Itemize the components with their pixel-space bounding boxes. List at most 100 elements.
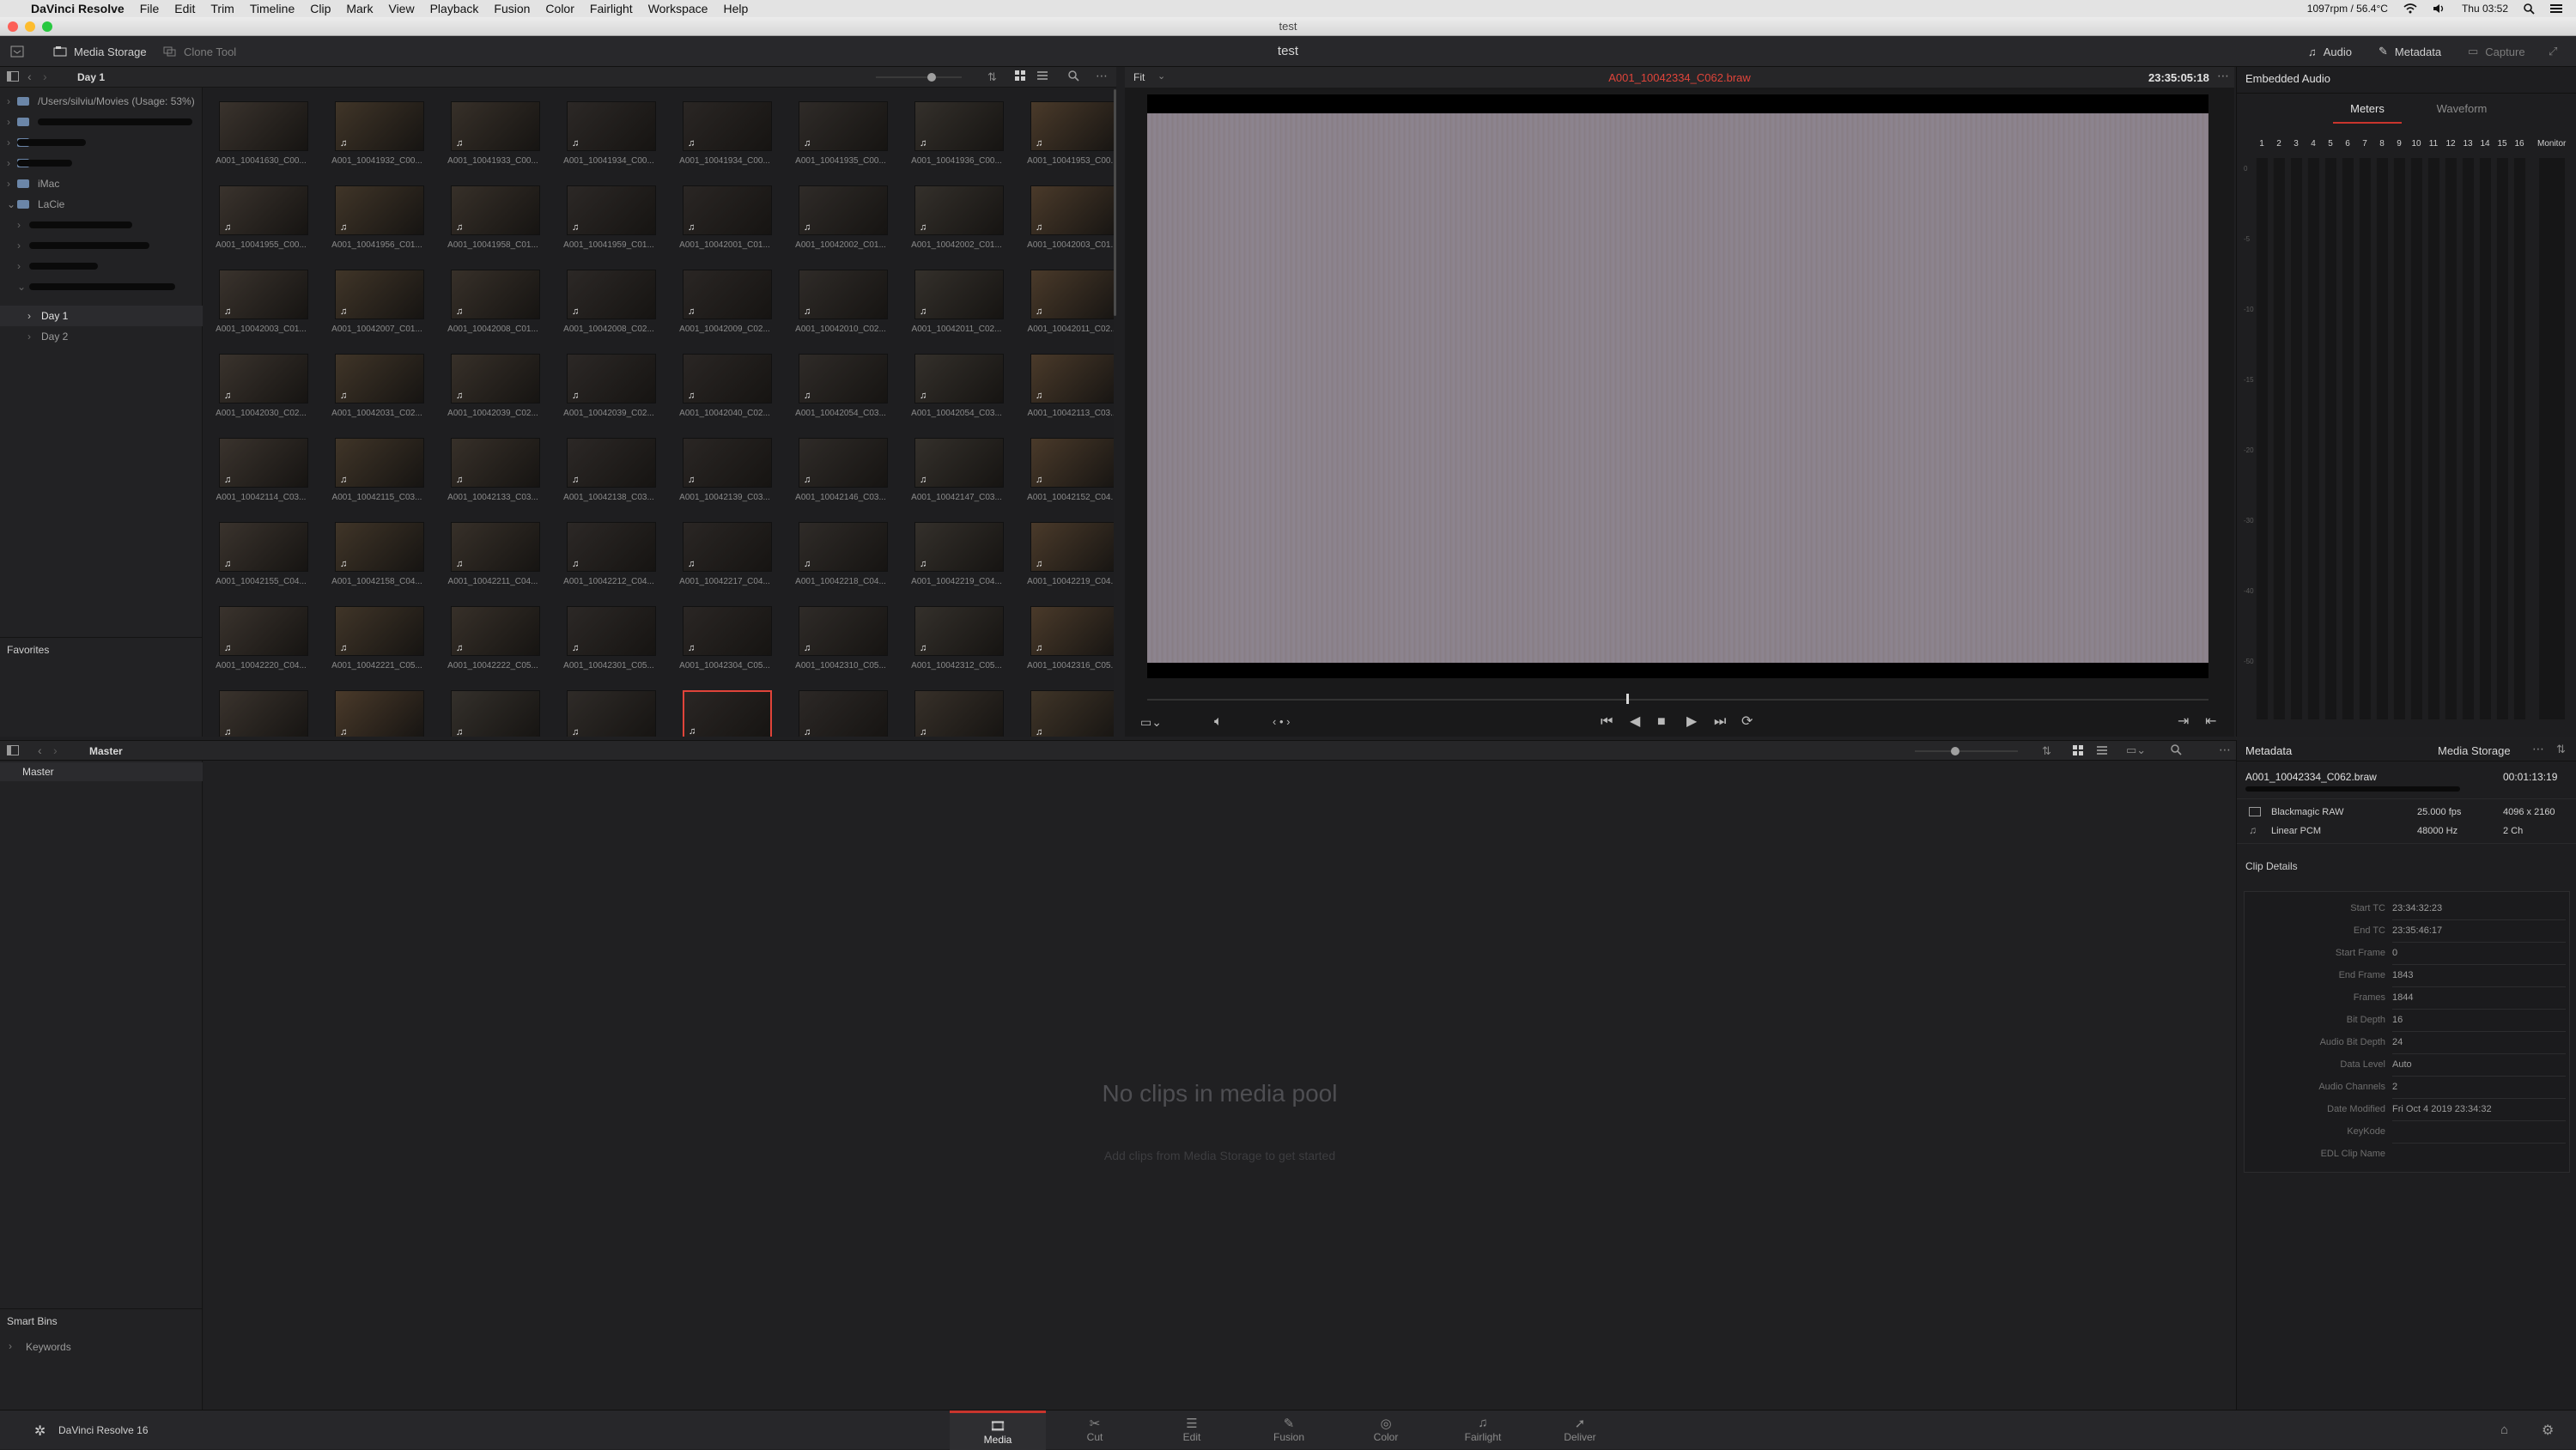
page-tab-fusion[interactable]: ✎ Fusion — [1241, 1411, 1337, 1450]
clip-thumbnail[interactable]: ♫ A001_10042222_C05... — [446, 599, 540, 682]
play-icon[interactable]: ▶︎ — [1686, 710, 1697, 734]
tree-item-day-1[interactable]: › Day 1 — [0, 306, 203, 326]
tree-item-redacted-3[interactable]: › — [0, 153, 203, 173]
clip-thumbnail[interactable]: ♫ A001_10042003_C01... — [214, 263, 308, 345]
mark-out-icon[interactable]: ⇤ — [2205, 710, 2216, 734]
menu-trim[interactable]: Trim — [210, 2, 234, 15]
chevron-right-icon[interactable]: › — [7, 153, 10, 173]
menu-fairlight[interactable]: Fairlight — [590, 2, 633, 15]
clip-thumbnail[interactable]: ♫ A001_10042304_C05... — [677, 599, 772, 682]
clip-thumbnail[interactable]: ♫ A001_10042219_C04... — [909, 515, 1004, 598]
clip-thumbnail[interactable]: ♫ A001_10041958_C01... — [446, 179, 540, 261]
clip-thumbnail[interactable]: ♫ A001_10042155_C04... — [214, 515, 308, 598]
stop-icon[interactable]: ■ — [1657, 710, 1666, 734]
clip-thumbnail[interactable]: ♫ A001_10041956_C01... — [330, 179, 424, 261]
chevron-right-icon[interactable]: › — [7, 132, 10, 153]
clip-thumbnail[interactable]: ♫ A001_10042001_C01... — [677, 179, 772, 261]
clip-thumbnail[interactable]: ♫ A001_10042009_C02... — [677, 263, 772, 345]
clip-thumbnail[interactable]: A001_10041630_C00... — [214, 94, 308, 177]
chevron-right-icon[interactable]: › — [27, 326, 31, 347]
thumbnail-size-slider[interactable] — [876, 73, 962, 82]
sidebar-toggle-icon[interactable] — [7, 71, 19, 82]
clip-thumbnail[interactable]: ♫ A001_10041934_C00... — [677, 94, 772, 177]
go-to-end-icon[interactable]: ⏭︎ — [1714, 710, 1726, 734]
speaker-icon[interactable]: 🔈︎ — [1214, 710, 1223, 734]
clip-thumbnail[interactable]: ♫ A001_10042310_C05... — [793, 599, 888, 682]
clip-thumbnail[interactable]: ♫ — [909, 683, 1004, 737]
more-options-icon[interactable]: ⋯ — [2532, 742, 2544, 756]
clip-thumbnail[interactable]: ♫ A001_10042146_C03... — [793, 431, 888, 513]
more-options-icon[interactable]: ⋯ — [1096, 69, 1108, 83]
chevron-right-icon[interactable]: › — [27, 306, 31, 326]
clip-thumbnail[interactable]: ♫ A001_10042139_C03... — [677, 431, 772, 513]
chevron-right-icon[interactable]: › — [7, 91, 10, 112]
page-tab-color[interactable]: ◎ Color — [1338, 1411, 1434, 1450]
media-pool-area[interactable]: No clips in media pool Add clips from Me… — [204, 761, 2236, 1410]
menu-app[interactable]: DaVinci Resolve — [31, 2, 125, 15]
clip-thumbnail[interactable]: ♫ A001_10042113_C03... — [1025, 347, 1114, 429]
viewer-mode-icon[interactable]: ▭⌄ — [1140, 710, 1162, 734]
clip-thumbnail[interactable]: ♫ A001_10041935_C00... — [793, 94, 888, 177]
tree-item-redacted-2[interactable]: › — [0, 132, 203, 153]
clip-detail-value[interactable] — [2392, 1120, 2566, 1121]
clip-thumbnail[interactable]: ♫ A001_10042133_C03... — [446, 431, 540, 513]
back-arrow-icon[interactable]: ‹ — [38, 743, 42, 757]
clip-thumbnail[interactable]: ♫ A001_10042007_C01... — [330, 263, 424, 345]
clip-thumbnail[interactable]: ♫ A001_10042008_C02... — [562, 263, 656, 345]
page-tab-cut[interactable]: ✂︎ Cut — [1047, 1411, 1143, 1450]
more-options-icon[interactable]: ⋯ — [2217, 69, 2229, 83]
slider-handle[interactable] — [1951, 747, 1959, 755]
clip-thumbnail[interactable]: ♫ A001_10042011_C02... — [909, 263, 1004, 345]
menu-playback[interactable]: Playback — [430, 2, 479, 15]
clip-thumbnail[interactable]: ♫ A001_10042211_C04... — [446, 515, 540, 598]
clip-thumbnail[interactable]: ♫ — [214, 683, 308, 737]
slider-handle[interactable] — [927, 73, 936, 82]
clip-detail-value[interactable]: 2 — [2392, 1076, 2566, 1099]
clip-detail-value[interactable]: 24 — [2392, 1031, 2566, 1054]
clip-thumbnail[interactable]: ♫ A001_10042138_C03... — [562, 431, 656, 513]
chevron-right-icon[interactable]: › — [17, 256, 21, 276]
clip-thumbnail[interactable]: ♫ A001_10042008_C01... — [446, 263, 540, 345]
grid-view-icon[interactable] — [2073, 745, 2083, 755]
bin-item-master[interactable]: Master — [0, 762, 203, 781]
search-icon[interactable] — [2171, 744, 2182, 755]
chevron-down-icon[interactable]: ⌄ — [7, 194, 15, 215]
settings-gear-icon[interactable]: ⚙ — [2542, 1422, 2554, 1439]
clip-thumbnail[interactable]: ♫ A001_10042002_C01... — [793, 179, 888, 261]
clip-thumbnail[interactable]: ♫ A001_10042002_C01... — [909, 179, 1004, 261]
notification-center-icon[interactable] — [2550, 3, 2562, 14]
tree-item-redacted-6[interactable]: › — [0, 256, 203, 276]
menu-mark[interactable]: Mark — [346, 2, 373, 15]
panel-toggle-icon[interactable] — [10, 36, 24, 67]
audio-panel-toggle[interactable]: ♫ Audio — [2308, 36, 2352, 67]
list-view-icon[interactable] — [1037, 70, 1048, 81]
menu-clip[interactable]: Clip — [310, 2, 331, 15]
sort-icon[interactable]: ⇅ — [2042, 744, 2051, 758]
search-icon[interactable] — [1068, 70, 1079, 82]
filmstrip-view-icon[interactable]: ▭⌄ — [2126, 743, 2146, 757]
forward-arrow-icon[interactable]: › — [53, 743, 58, 757]
clip-thumbnail[interactable]: ♫ A001_10042217_C04... — [677, 515, 772, 598]
chevron-right-icon[interactable]: › — [7, 112, 10, 132]
playhead[interactable] — [1626, 694, 1629, 704]
clip-thumbnail[interactable]: ♫ A001_10042212_C04... — [562, 515, 656, 598]
clip-detail-value[interactable] — [2392, 1143, 2566, 1144]
wifi-icon[interactable] — [2403, 3, 2417, 14]
reverse-play-icon[interactable]: ◀︎ — [1630, 710, 1640, 734]
tab-waveform[interactable]: Waveform — [2419, 94, 2505, 124]
mark-in-icon[interactable]: ⇥ — [2178, 710, 2189, 734]
clip-thumbnail[interactable]: ♫ A001_10041936_C00... — [909, 94, 1004, 177]
clip-thumbnail[interactable]: ♫ A001_10042011_C02... — [1025, 263, 1114, 345]
clip-thumbnail[interactable]: ♫ — [677, 683, 772, 737]
sort-icon[interactable]: ⇅ — [2556, 743, 2566, 756]
clip-thumbnail[interactable]: ♫ A001_10042039_C02... — [562, 347, 656, 429]
clip-thumbnail[interactable]: ♫ A001_10042010_C02... — [793, 263, 888, 345]
clip-thumbnail[interactable]: ♫ A001_10042115_C03... — [330, 431, 424, 513]
tree-item-redacted-4[interactable]: › — [0, 215, 203, 235]
clip-thumbnail[interactable]: ♫ A001_10042031_C02... — [330, 347, 424, 429]
clip-thumbnail[interactable]: ♫ A001_10042152_C04... — [1025, 431, 1114, 513]
clip-thumbnail[interactable]: ♫ A001_10042218_C04... — [793, 515, 888, 598]
clip-thumbnail[interactable]: ♫ A001_10042114_C03... — [214, 431, 308, 513]
clip-thumbnail[interactable]: ♫ A001_10042221_C05... — [330, 599, 424, 682]
clip-detail-value[interactable]: 23:35:46:17 — [2392, 919, 2566, 943]
